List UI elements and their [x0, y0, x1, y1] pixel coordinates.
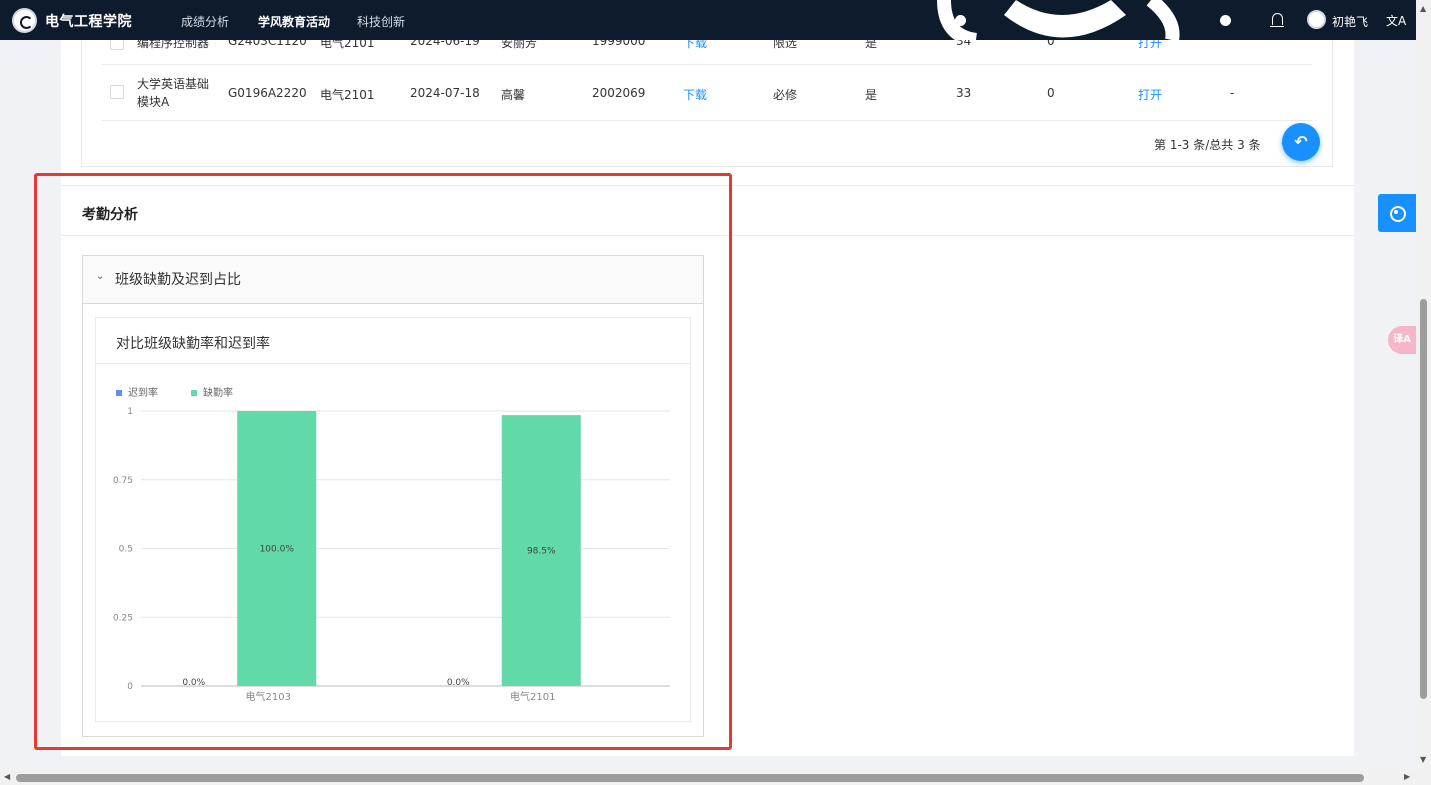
gear-icon[interactable] — [1378, 194, 1416, 232]
open-link[interactable]: 打开 — [1138, 40, 1162, 51]
legend-label: 迟到率 — [128, 386, 158, 399]
cell-course-code: G0196A2220 — [228, 86, 307, 100]
row-checkbox[interactable] — [110, 40, 124, 50]
chart-card: 对比班级缺勤率和迟到率 0 0.25 0.5 0.75 1 迟到率 缺勤率电气2103 0.0… — [95, 317, 691, 722]
y-tick-label: 0.5 — [119, 545, 133, 555]
cell-teacher: 安丽芳 — [501, 40, 538, 50]
cell-teacher-id: 1999000 — [592, 40, 646, 48]
pagination-summary: 第 1-3 条/总共 3 条 — [1154, 138, 1261, 152]
back-to-top-button[interactable]: ↶ — [1282, 123, 1320, 161]
scroll-down-icon[interactable]: ▼ — [1420, 755, 1426, 764]
horizontal-scroll-thumb[interactable] — [16, 774, 1364, 782]
cell-course-name: 编程序控制器 — [137, 40, 210, 50]
x-tick-label: 电气2103 — [246, 690, 291, 703]
scroll-right-icon[interactable]: ▶ — [1404, 772, 1410, 781]
cell-flag: 是 — [865, 88, 878, 102]
nav-link-study-activities[interactable]: 学风教育活动 — [258, 13, 330, 30]
main-panel: 编程序控制器 G2403C1120 电气2101 2024-06-19 安丽芳 … — [61, 40, 1354, 756]
cell-extra: - — [1230, 86, 1235, 100]
section-divider — [61, 185, 1354, 186]
cell-class: 电气2101 — [320, 40, 375, 50]
cell-flag: 是 — [865, 40, 878, 50]
table-row: 编程序控制器 G2403C1120 电气2101 2024-06-19 安丽芳 … — [102, 40, 1312, 65]
x-tick-label: 电气2101 — [510, 690, 555, 703]
scroll-left-icon[interactable]: ◀ — [4, 772, 10, 781]
horizontal-scrollbar[interactable]: ◀ ▶ — [0, 770, 1431, 785]
user-avatar[interactable] — [1307, 10, 1326, 29]
nav-link-grade-analysis[interactable]: 成绩分析 — [181, 13, 229, 30]
cell-zero: 0 — [1047, 86, 1055, 100]
section-divider — [61, 235, 1354, 236]
scroll-up-icon[interactable]: ▲ — [1420, 4, 1426, 13]
top-navbar: 电气工程学院 成绩分析 学风教育活动 科技创新 初艳飞 文A — [0, 0, 1416, 40]
vertical-scrollbar[interactable]: ▲ ▼ — [1416, 0, 1431, 770]
collapse-header[interactable]: ⌄ 班级缺勤及迟到占比 — [83, 256, 703, 304]
data-label: 98.5% — [527, 547, 556, 557]
data-label: 0.0% — [182, 678, 205, 688]
cell-teacher-id: 2002069 — [592, 86, 646, 100]
cell-course-type: 必修 — [773, 88, 798, 102]
y-tick-label: 0.75 — [113, 476, 133, 486]
chart-title: 对比班级缺勤率和迟到率 — [116, 336, 270, 352]
collapse-title[interactable]: 班级缺勤及迟到占比 — [115, 269, 241, 289]
vertical-scroll-thumb[interactable] — [1420, 299, 1427, 699]
cell-zero: 0 — [1047, 40, 1055, 48]
attendance-bar-chart: 0 0.25 0.5 0.75 1 迟到率 缺勤率电气2103 0.0% 100.0% 电气210… — [113, 386, 670, 703]
legend-swatch — [191, 390, 197, 396]
cell-course-type: 限选 — [773, 40, 798, 50]
cell-count: 33 — [956, 86, 972, 100]
username[interactable]: 初艳飞 — [1332, 13, 1368, 30]
y-tick-label: 0 — [127, 682, 133, 692]
banner-dot — [1220, 15, 1231, 26]
download-link[interactable]: 下载 — [683, 40, 707, 51]
data-label: 0.0% — [447, 678, 470, 688]
banner-dot — [955, 15, 966, 26]
row-checkbox[interactable] — [110, 85, 124, 99]
open-link[interactable]: 打开 — [1138, 86, 1162, 103]
cell-date: 2024-06-19 — [410, 40, 480, 48]
cell-teacher: 高馨 — [501, 88, 526, 102]
banner-decoration-art — [936, 0, 1186, 40]
nav-link-tech-innovation[interactable]: 科技创新 — [357, 13, 405, 30]
translate-icon[interactable]: 译A — [1388, 326, 1416, 354]
college-logo-icon[interactable] — [12, 8, 37, 33]
cell-course-code: G2403C1120 — [228, 40, 307, 48]
section-title: 考勤分析 — [82, 207, 138, 223]
attendance-collapse-panel: ⌄ 班级缺勤及迟到占比 对比班级缺勤率和迟到率 0 0.25 0.5 0.75 1 迟到率… — [82, 255, 704, 737]
translate-icon[interactable]: 文A — [1386, 12, 1406, 29]
course-table-card: 编程序控制器 G2403C1120 电气2101 2024-06-19 安丽芳 … — [81, 40, 1333, 167]
y-tick-label: 1 — [127, 407, 133, 417]
brand-title[interactable]: 电气工程学院 — [45, 11, 132, 31]
legend-label: 缺勤率 — [203, 386, 233, 399]
chevron-down-icon[interactable]: ⌄ — [96, 271, 104, 282]
table-row: 大学英语基础模块A G0196A2220 电气2101 2024-07-18 高… — [102, 65, 1312, 121]
cell-date: 2024-07-18 — [410, 86, 480, 100]
data-label: 100.0% — [260, 545, 295, 555]
y-tick-label: 0.25 — [113, 613, 133, 623]
cell-course-name: 大学英语基础模块A — [137, 77, 210, 109]
bell-icon[interactable] — [1270, 13, 1284, 27]
cell-count: 34 — [956, 40, 972, 48]
cell-class: 电气2101 — [320, 88, 375, 102]
legend-swatch — [116, 390, 122, 396]
download-link[interactable]: 下载 — [683, 86, 707, 103]
